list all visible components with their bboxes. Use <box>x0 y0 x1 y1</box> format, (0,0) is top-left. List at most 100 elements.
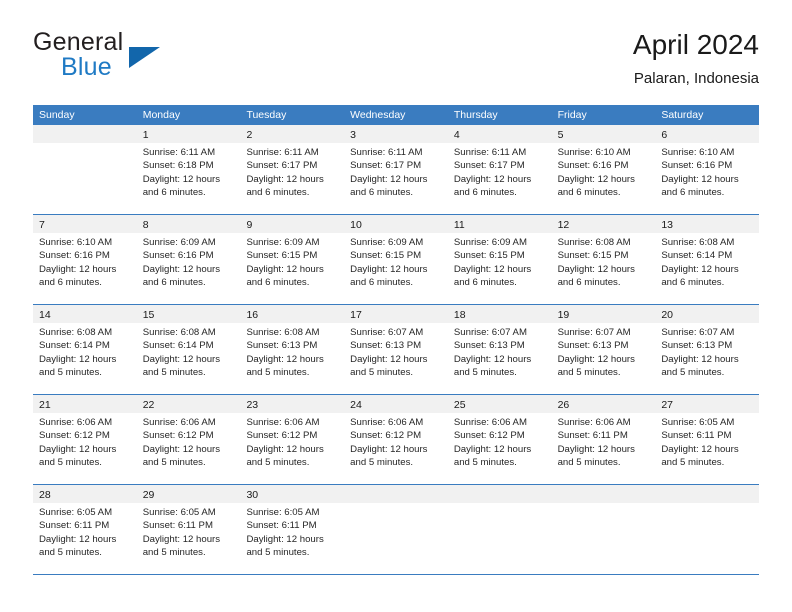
sunrise-time: Sunrise: 6:10 AM <box>661 147 735 158</box>
sunrise-time: Sunrise: 6:06 AM <box>453 417 527 428</box>
sunrise-time: Sunrise: 6:11 AM <box>142 147 216 158</box>
calendar-day-cell[interactable]: 6 Sunrise: 6:10 AM Sunset: 6:16 PM Daylight… <box>655 125 760 214</box>
calendar-day-cell[interactable]: 29 Sunrise: 6:05 AM Sunset: 6:11 PM Dayligh… <box>136 485 241 574</box>
daylight-duration-line2: and 5 minutes. <box>39 457 102 469</box>
day-sun-info: Sunrise: 6:06 AM Sunset: 6:12 PM Daylight:… <box>33 413 137 470</box>
calendar-day-cell[interactable]: 10 Sunrise: 6:09 AM Sunset: 6:15 PM Dayligh… <box>344 215 448 304</box>
sunset-time: Sunset: 6:15 PM <box>246 250 318 262</box>
sunrise-time: Sunrise: 6:05 AM <box>39 507 113 518</box>
calendar-day-cell-empty <box>33 125 137 214</box>
sunset-time: Sunset: 6:13 PM <box>350 340 422 352</box>
calendar-day-cell[interactable]: 8 Sunrise: 6:09 AM Sunset: 6:16 PM Daylight… <box>136 215 241 304</box>
daylight-duration-line1: Daylight: 12 hours <box>350 263 428 275</box>
calendar-day-cell[interactable]: 28 Sunrise: 6:05 AM Sunset: 6:11 PM Dayligh… <box>33 485 137 574</box>
daylight-duration-line1: Daylight: 12 hours <box>453 263 532 275</box>
brand-logo[interactable]: General Blue <box>33 28 293 88</box>
daylight-duration-line2: and 5 minutes. <box>142 547 206 559</box>
location-subtitle: Palaran, Indonesia <box>633 70 759 87</box>
brand-name-blue: Blue <box>61 53 112 81</box>
day-number: 18 <box>453 309 466 321</box>
calendar-day-cell[interactable]: 25 Sunrise: 6:06 AM Sunset: 6:12 PM Dayligh… <box>447 395 552 484</box>
calendar-day-cell[interactable]: 23 Sunrise: 6:06 AM Sunset: 6:12 PM Dayligh… <box>240 395 345 484</box>
calendar-day-cell[interactable]: 19 Sunrise: 6:07 AM Sunset: 6:13 PM Dayligh… <box>551 305 656 394</box>
day-number: 30 <box>246 489 259 501</box>
daylight-duration-line2: and 6 minutes. <box>246 187 310 199</box>
day-number: 17 <box>350 309 362 321</box>
day-number: 9 <box>246 219 253 231</box>
weekday-header-sunday: Sunday <box>39 109 75 121</box>
day-number: 22 <box>142 399 155 411</box>
day-number-band: 17 <box>344 305 448 323</box>
day-number: 10 <box>350 219 362 231</box>
day-number-band: 9 <box>240 215 345 233</box>
calendar-day-cell[interactable]: 7 Sunrise: 6:10 AM Sunset: 6:16 PM Daylight… <box>33 215 137 304</box>
calendar-day-cell[interactable]: 2 Sunrise: 6:11 AM Sunset: 6:17 PM Daylight… <box>240 125 345 214</box>
sunrise-time: Sunrise: 6:10 AM <box>39 237 113 248</box>
daylight-duration-line1: Daylight: 12 hours <box>557 353 635 365</box>
day-number-band: 11 <box>447 215 552 233</box>
daylight-duration-line2: and 5 minutes. <box>453 457 517 469</box>
calendar-day-cell[interactable]: 14 Sunrise: 6:08 AM Sunset: 6:14 PM Dayligh… <box>33 305 137 394</box>
sunset-time: Sunset: 6:17 PM <box>246 160 318 172</box>
daylight-duration-line2: and 5 minutes. <box>557 457 621 469</box>
calendar-page: General Blue April 2024 Palaran, Indones… <box>0 0 792 612</box>
calendar-day-cell[interactable]: 22 Sunrise: 6:06 AM Sunset: 6:12 PM Dayligh… <box>136 395 241 484</box>
day-number-band: 5 <box>551 125 656 143</box>
calendar-day-cell[interactable]: 27 Sunrise: 6:05 AM Sunset: 6:11 PM Dayligh… <box>655 395 760 484</box>
calendar-day-cell[interactable]: 26 Sunrise: 6:06 AM Sunset: 6:11 PM Dayligh… <box>551 395 656 484</box>
calendar-day-cell[interactable]: 15 Sunrise: 6:08 AM Sunset: 6:14 PM Dayligh… <box>136 305 241 394</box>
day-number-band <box>33 125 137 143</box>
calendar-day-cell[interactable]: 12 Sunrise: 6:08 AM Sunset: 6:15 PM Dayligh… <box>551 215 656 304</box>
sunrise-time: Sunrise: 6:07 AM <box>557 327 631 338</box>
daylight-duration-line2: and 5 minutes. <box>350 367 414 379</box>
sunset-time: Sunset: 6:13 PM <box>661 340 733 352</box>
daylight-duration-line2: and 5 minutes. <box>350 457 414 469</box>
day-sun-info: Sunrise: 6:08 AM Sunset: 6:14 PM Daylight:… <box>33 323 137 380</box>
day-number-band: 8 <box>136 215 241 233</box>
calendar-day-cell[interactable]: 1 Sunrise: 6:11 AM Sunset: 6:18 PM Daylight… <box>136 125 241 214</box>
daylight-duration-line2: and 5 minutes. <box>246 547 310 559</box>
daylight-duration-line2: and 5 minutes. <box>246 367 310 379</box>
day-number-band <box>655 485 760 503</box>
sunset-time: Sunset: 6:12 PM <box>350 430 422 442</box>
sunrise-time: Sunrise: 6:08 AM <box>557 237 631 248</box>
calendar-day-cell[interactable]: 4 Sunrise: 6:11 AM Sunset: 6:17 PM Daylight… <box>447 125 552 214</box>
daylight-duration-line1: Daylight: 12 hours <box>142 353 221 365</box>
weekday-header-friday: Friday <box>557 109 587 121</box>
sunset-time: Sunset: 6:15 PM <box>453 250 525 262</box>
calendar-day-cell[interactable]: 9 Sunrise: 6:09 AM Sunset: 6:15 PM Daylight… <box>240 215 345 304</box>
day-number: 29 <box>142 489 155 501</box>
calendar-day-cell[interactable]: 17 Sunrise: 6:07 AM Sunset: 6:13 PM Dayligh… <box>344 305 448 394</box>
calendar-day-cell[interactable]: 21 Sunrise: 6:06 AM Sunset: 6:12 PM Dayligh… <box>33 395 137 484</box>
day-number: 3 <box>350 129 356 141</box>
daylight-duration-line1: Daylight: 12 hours <box>350 173 428 185</box>
day-number-band: 2 <box>240 125 345 143</box>
calendar-day-cell[interactable]: 20 Sunrise: 6:07 AM Sunset: 6:13 PM Dayligh… <box>655 305 760 394</box>
sunset-time: Sunset: 6:13 PM <box>557 340 629 352</box>
sunrise-time: Sunrise: 6:06 AM <box>142 417 216 428</box>
calendar-day-cell[interactable]: 24 Sunrise: 6:06 AM Sunset: 6:12 PM Dayligh… <box>344 395 448 484</box>
daylight-duration-line2: and 6 minutes. <box>661 187 725 199</box>
calendar-day-cell[interactable]: 13 Sunrise: 6:08 AM Sunset: 6:14 PM Dayligh… <box>655 215 760 304</box>
daylight-duration-line2: and 5 minutes. <box>661 457 725 469</box>
day-number-band: 4 <box>447 125 552 143</box>
calendar-day-cell[interactable]: 3 Sunrise: 6:11 AM Sunset: 6:17 PM Daylight… <box>344 125 448 214</box>
calendar-day-cell[interactable]: 11 Sunrise: 6:09 AM Sunset: 6:15 PM Dayligh… <box>447 215 552 304</box>
sunset-time: Sunset: 6:15 PM <box>557 250 629 262</box>
calendar-day-cell[interactable]: 30 Sunrise: 6:05 AM Sunset: 6:11 PM Dayligh… <box>240 485 345 574</box>
sunrise-time: Sunrise: 6:07 AM <box>661 327 735 338</box>
sunset-time: Sunset: 6:14 PM <box>39 340 110 352</box>
day-sun-info: Sunrise: 6:11 AM Sunset: 6:17 PM Daylight:… <box>448 143 552 200</box>
daylight-duration-line1: Daylight: 12 hours <box>246 173 324 185</box>
weekday-header-row: Sunday Monday Tuesday Wednesday Thursday Frid… <box>33 105 759 125</box>
day-number-band <box>447 485 552 503</box>
calendar-day-cell[interactable]: 5 Sunrise: 6:10 AM Sunset: 6:16 PM Daylight… <box>551 125 656 214</box>
sunrise-time: Sunrise: 6:08 AM <box>246 327 320 338</box>
day-number-band: 22 <box>136 395 241 413</box>
weekday-header-monday: Monday <box>142 109 181 121</box>
calendar-day-cell[interactable]: 18 Sunrise: 6:07 AM Sunset: 6:13 PM Dayligh… <box>447 305 552 394</box>
calendar-day-cell[interactable]: 16 Sunrise: 6:08 AM Sunset: 6:13 PM Dayligh… <box>240 305 345 394</box>
day-number: 28 <box>39 489 51 501</box>
day-sun-info: Sunrise: 6:09 AM Sunset: 6:15 PM Daylight:… <box>448 233 552 290</box>
day-number-band: 29 <box>136 485 241 503</box>
